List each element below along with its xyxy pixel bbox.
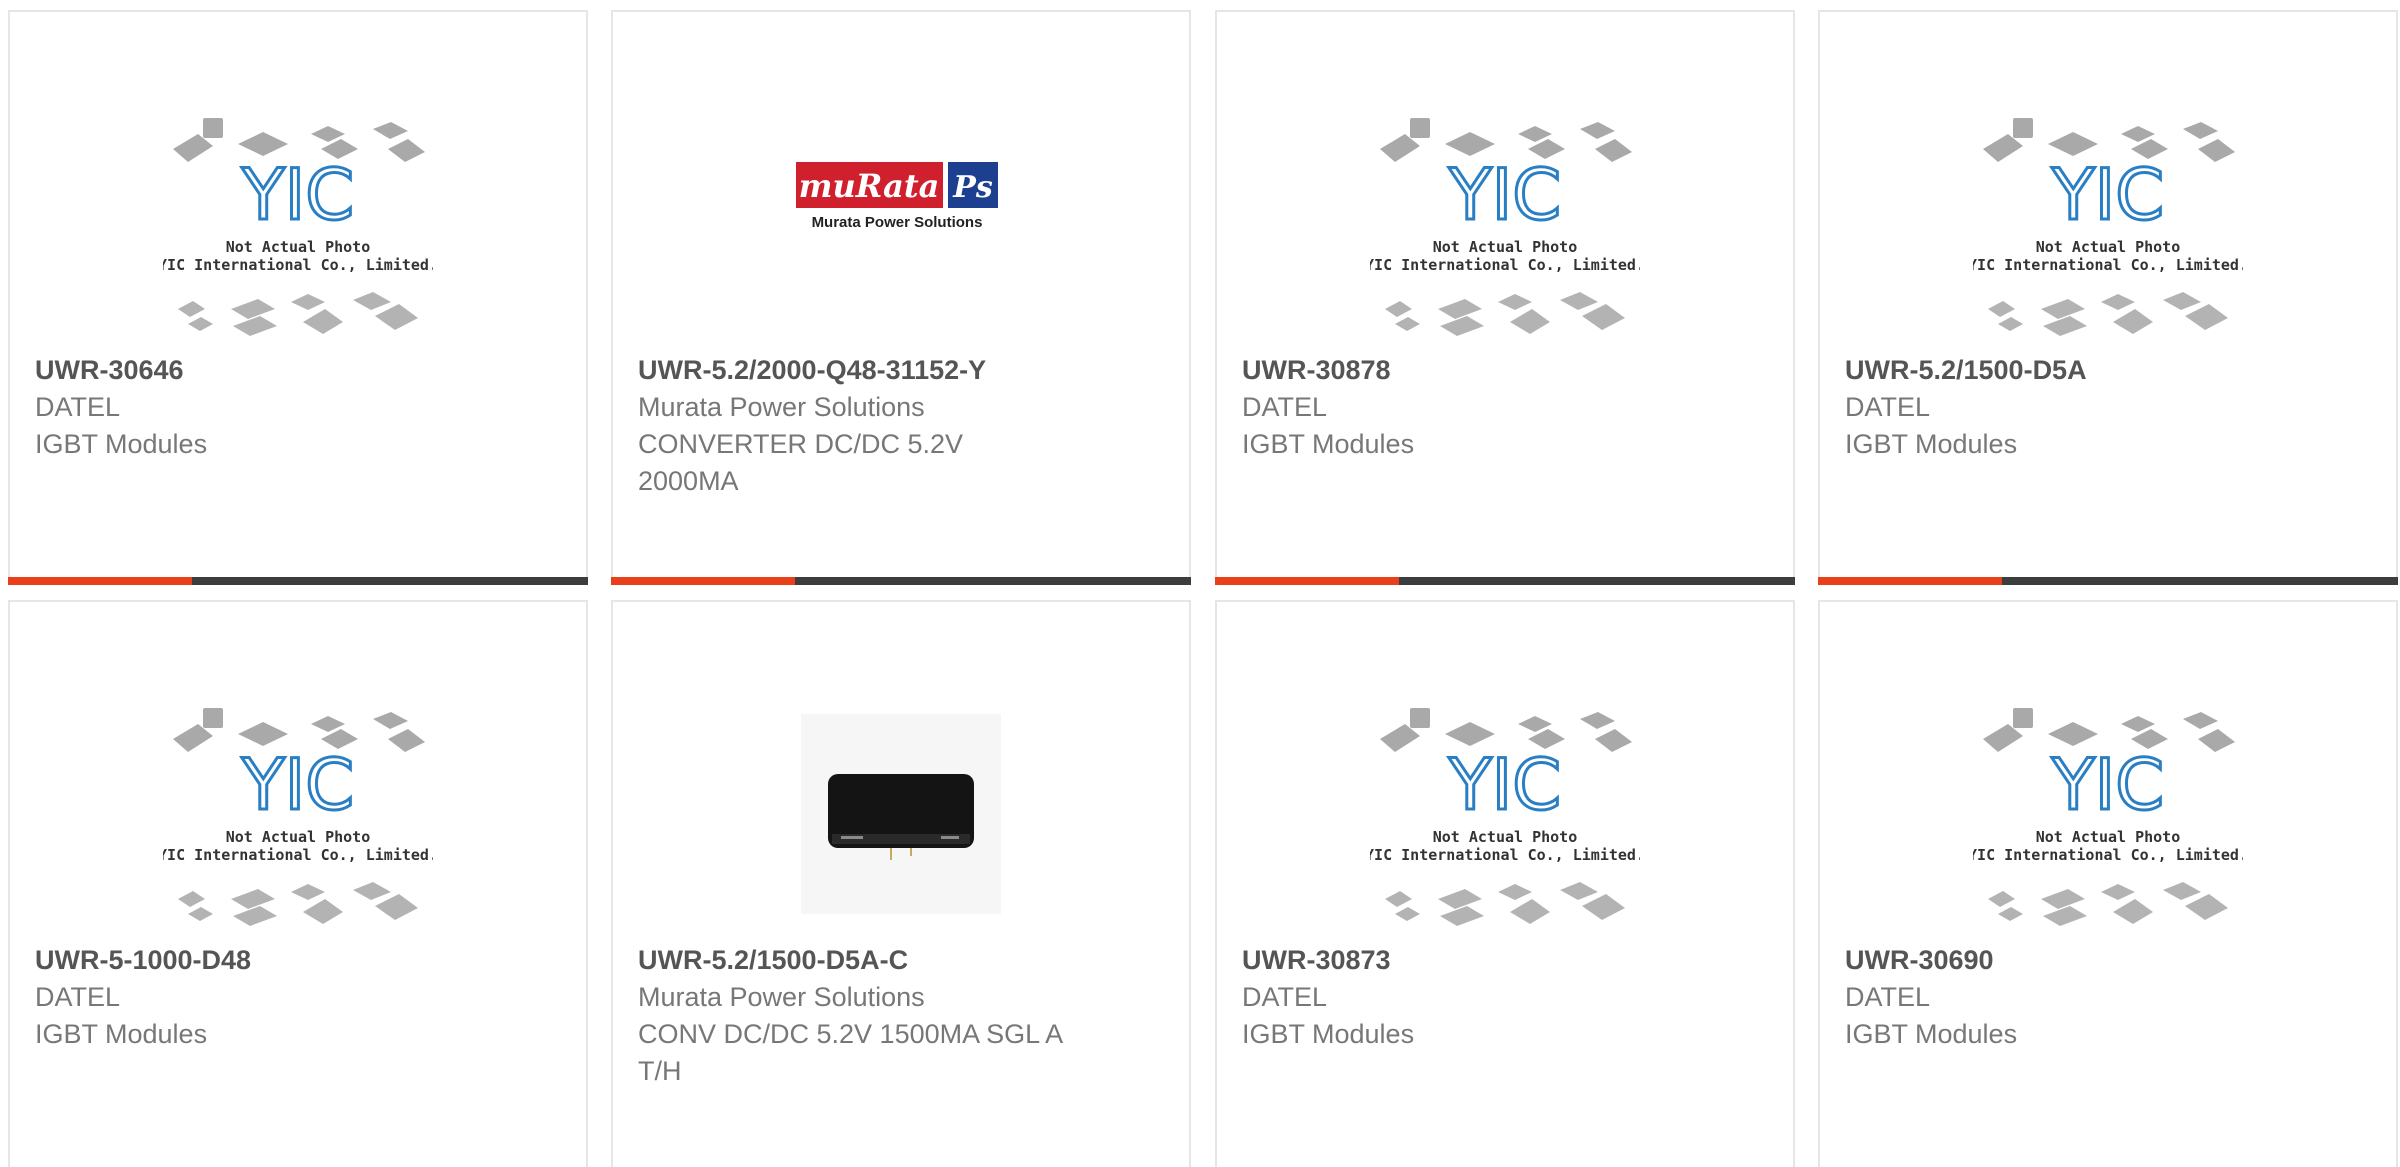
svg-text:YIC International Co., Limited: YIC International Co., Limited. xyxy=(1973,846,2243,864)
manufacturer: Murata Power Solutions xyxy=(638,982,925,1012)
svg-text:YIC International Co., Limited: YIC International Co., Limited. xyxy=(163,256,433,274)
description: IGBT Modules xyxy=(1845,1019,2018,1049)
svg-text:Not Actual Photo: Not Actual Photo xyxy=(226,238,371,256)
part-number[interactable]: UWR-5.2/1500-D5A xyxy=(1845,352,2371,389)
product-card[interactable]: YIC Not Actual Photo YIC International C… xyxy=(8,10,588,585)
product-photo xyxy=(766,694,1036,934)
svg-text:Ps: Ps xyxy=(952,170,993,205)
yic-logo: YIC xyxy=(1448,744,1561,826)
svg-text:YIC International Co., Limited: YIC International Co., Limited. xyxy=(1370,846,1640,864)
placeholder-image: YIC Not Actual Photo YIC International C… xyxy=(1365,694,1645,934)
svg-text:Not Actual Photo: Not Actual Photo xyxy=(1433,238,1578,256)
manufacturer: DATEL xyxy=(1242,982,1328,1012)
svg-text:YIC International Co., Limited: YIC International Co., Limited. xyxy=(1973,256,2243,274)
product-card[interactable]: YIC Not Actual Photo YIC International C… xyxy=(1818,10,2398,585)
description: IGBT Modules xyxy=(1845,429,2018,459)
card-bottom-bar xyxy=(1215,577,1795,585)
manufacturer: DATEL xyxy=(35,392,121,422)
part-number[interactable]: UWR-30878 xyxy=(1242,352,1768,389)
product-grid: YIC Not Actual Photo YIC International C… xyxy=(0,0,2400,1167)
product-card[interactable]: UWR-5.2/1500-D5A-C Murata Power Solution… xyxy=(611,600,1191,1167)
manufacturer: DATEL xyxy=(1845,392,1931,422)
product-card[interactable]: YIC Not Actual Photo YIC International C… xyxy=(1215,10,1795,585)
yic-logo: YIC xyxy=(2051,744,2164,826)
manufacturer: Murata Power Solutions xyxy=(638,392,925,422)
murata-logo-image: muRata Ps Murata Power Solutions xyxy=(766,104,1036,344)
svg-text:Not Actual Photo: Not Actual Photo xyxy=(1433,828,1578,846)
part-number[interactable]: UWR-5-1000-D48 xyxy=(35,942,561,979)
part-number[interactable]: UWR-5.2/1500-D5A-C xyxy=(638,942,1164,979)
description: CONVERTER DC/DC 5.2V 2000MA xyxy=(638,429,964,496)
product-card[interactable]: muRata Ps Murata Power Solutions UWR-5.2… xyxy=(611,10,1191,585)
description: IGBT Modules xyxy=(1242,1019,1415,1049)
yic-logo: YIC xyxy=(241,744,354,826)
part-number[interactable]: UWR-30690 xyxy=(1845,942,2371,979)
part-number[interactable]: UWR-30873 xyxy=(1242,942,1768,979)
placeholder-image: YIC Not Actual Photo YIC International C… xyxy=(1968,694,2248,934)
svg-text:Not Actual Photo: Not Actual Photo xyxy=(2036,238,2181,256)
placeholder-image: YIC Not Actual Photo YIC International C… xyxy=(158,104,438,344)
product-card[interactable]: YIC Not Actual Photo YIC International C… xyxy=(1818,600,2398,1167)
placeholder-image: YIC Not Actual Photo YIC International C… xyxy=(1365,104,1645,344)
yic-logo: YIC xyxy=(1448,154,1561,236)
description: CONV DC/DC 5.2V 1500MA SGL A T/H xyxy=(638,1019,1062,1086)
yic-logo: YIC xyxy=(241,154,354,236)
svg-text:YIC International Co., Limited: YIC International Co., Limited. xyxy=(163,846,433,864)
description: IGBT Modules xyxy=(35,429,208,459)
svg-text:YIC International Co., Limited: YIC International Co., Limited. xyxy=(1370,256,1640,274)
product-card[interactable]: YIC Not Actual Photo YIC International C… xyxy=(8,600,588,1167)
manufacturer: DATEL xyxy=(1845,982,1931,1012)
manufacturer: DATEL xyxy=(35,982,121,1012)
card-bottom-bar xyxy=(8,577,588,585)
svg-text:Not Actual Photo: Not Actual Photo xyxy=(226,828,371,846)
card-bottom-bar xyxy=(1818,577,2398,585)
description: IGBT Modules xyxy=(1242,429,1415,459)
svg-text:Murata Power Solutions: Murata Power Solutions xyxy=(812,214,983,231)
svg-text:Not Actual Photo: Not Actual Photo xyxy=(2036,828,2181,846)
card-bottom-bar xyxy=(611,577,1191,585)
product-card[interactable]: YIC Not Actual Photo YIC International C… xyxy=(1215,600,1795,1167)
part-number[interactable]: UWR-30646 xyxy=(35,352,561,389)
svg-text:muRata: muRata xyxy=(799,167,940,205)
yic-logo: YIC xyxy=(2051,154,2164,236)
placeholder-image: YIC Not Actual Photo YIC International C… xyxy=(158,694,438,934)
placeholder-image: YIC Not Actual Photo YIC International C… xyxy=(1968,104,2248,344)
manufacturer: DATEL xyxy=(1242,392,1328,422)
description: IGBT Modules xyxy=(35,1019,208,1049)
part-number[interactable]: UWR-5.2/2000-Q48-31152-Y xyxy=(638,352,1164,389)
